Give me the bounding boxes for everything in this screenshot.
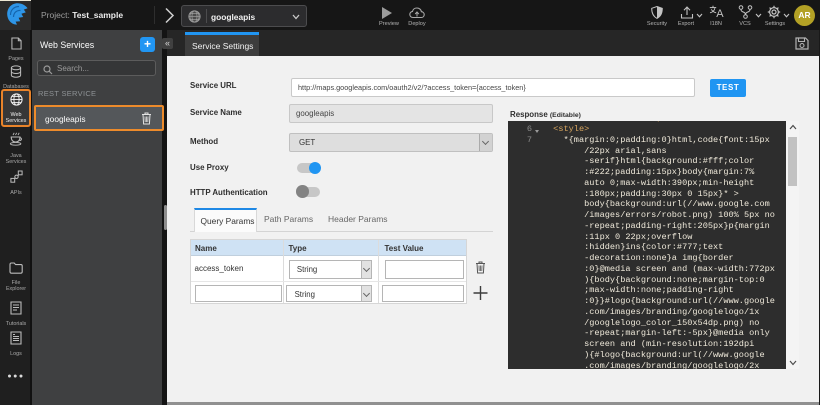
svg-text:A: A [716, 8, 724, 19]
